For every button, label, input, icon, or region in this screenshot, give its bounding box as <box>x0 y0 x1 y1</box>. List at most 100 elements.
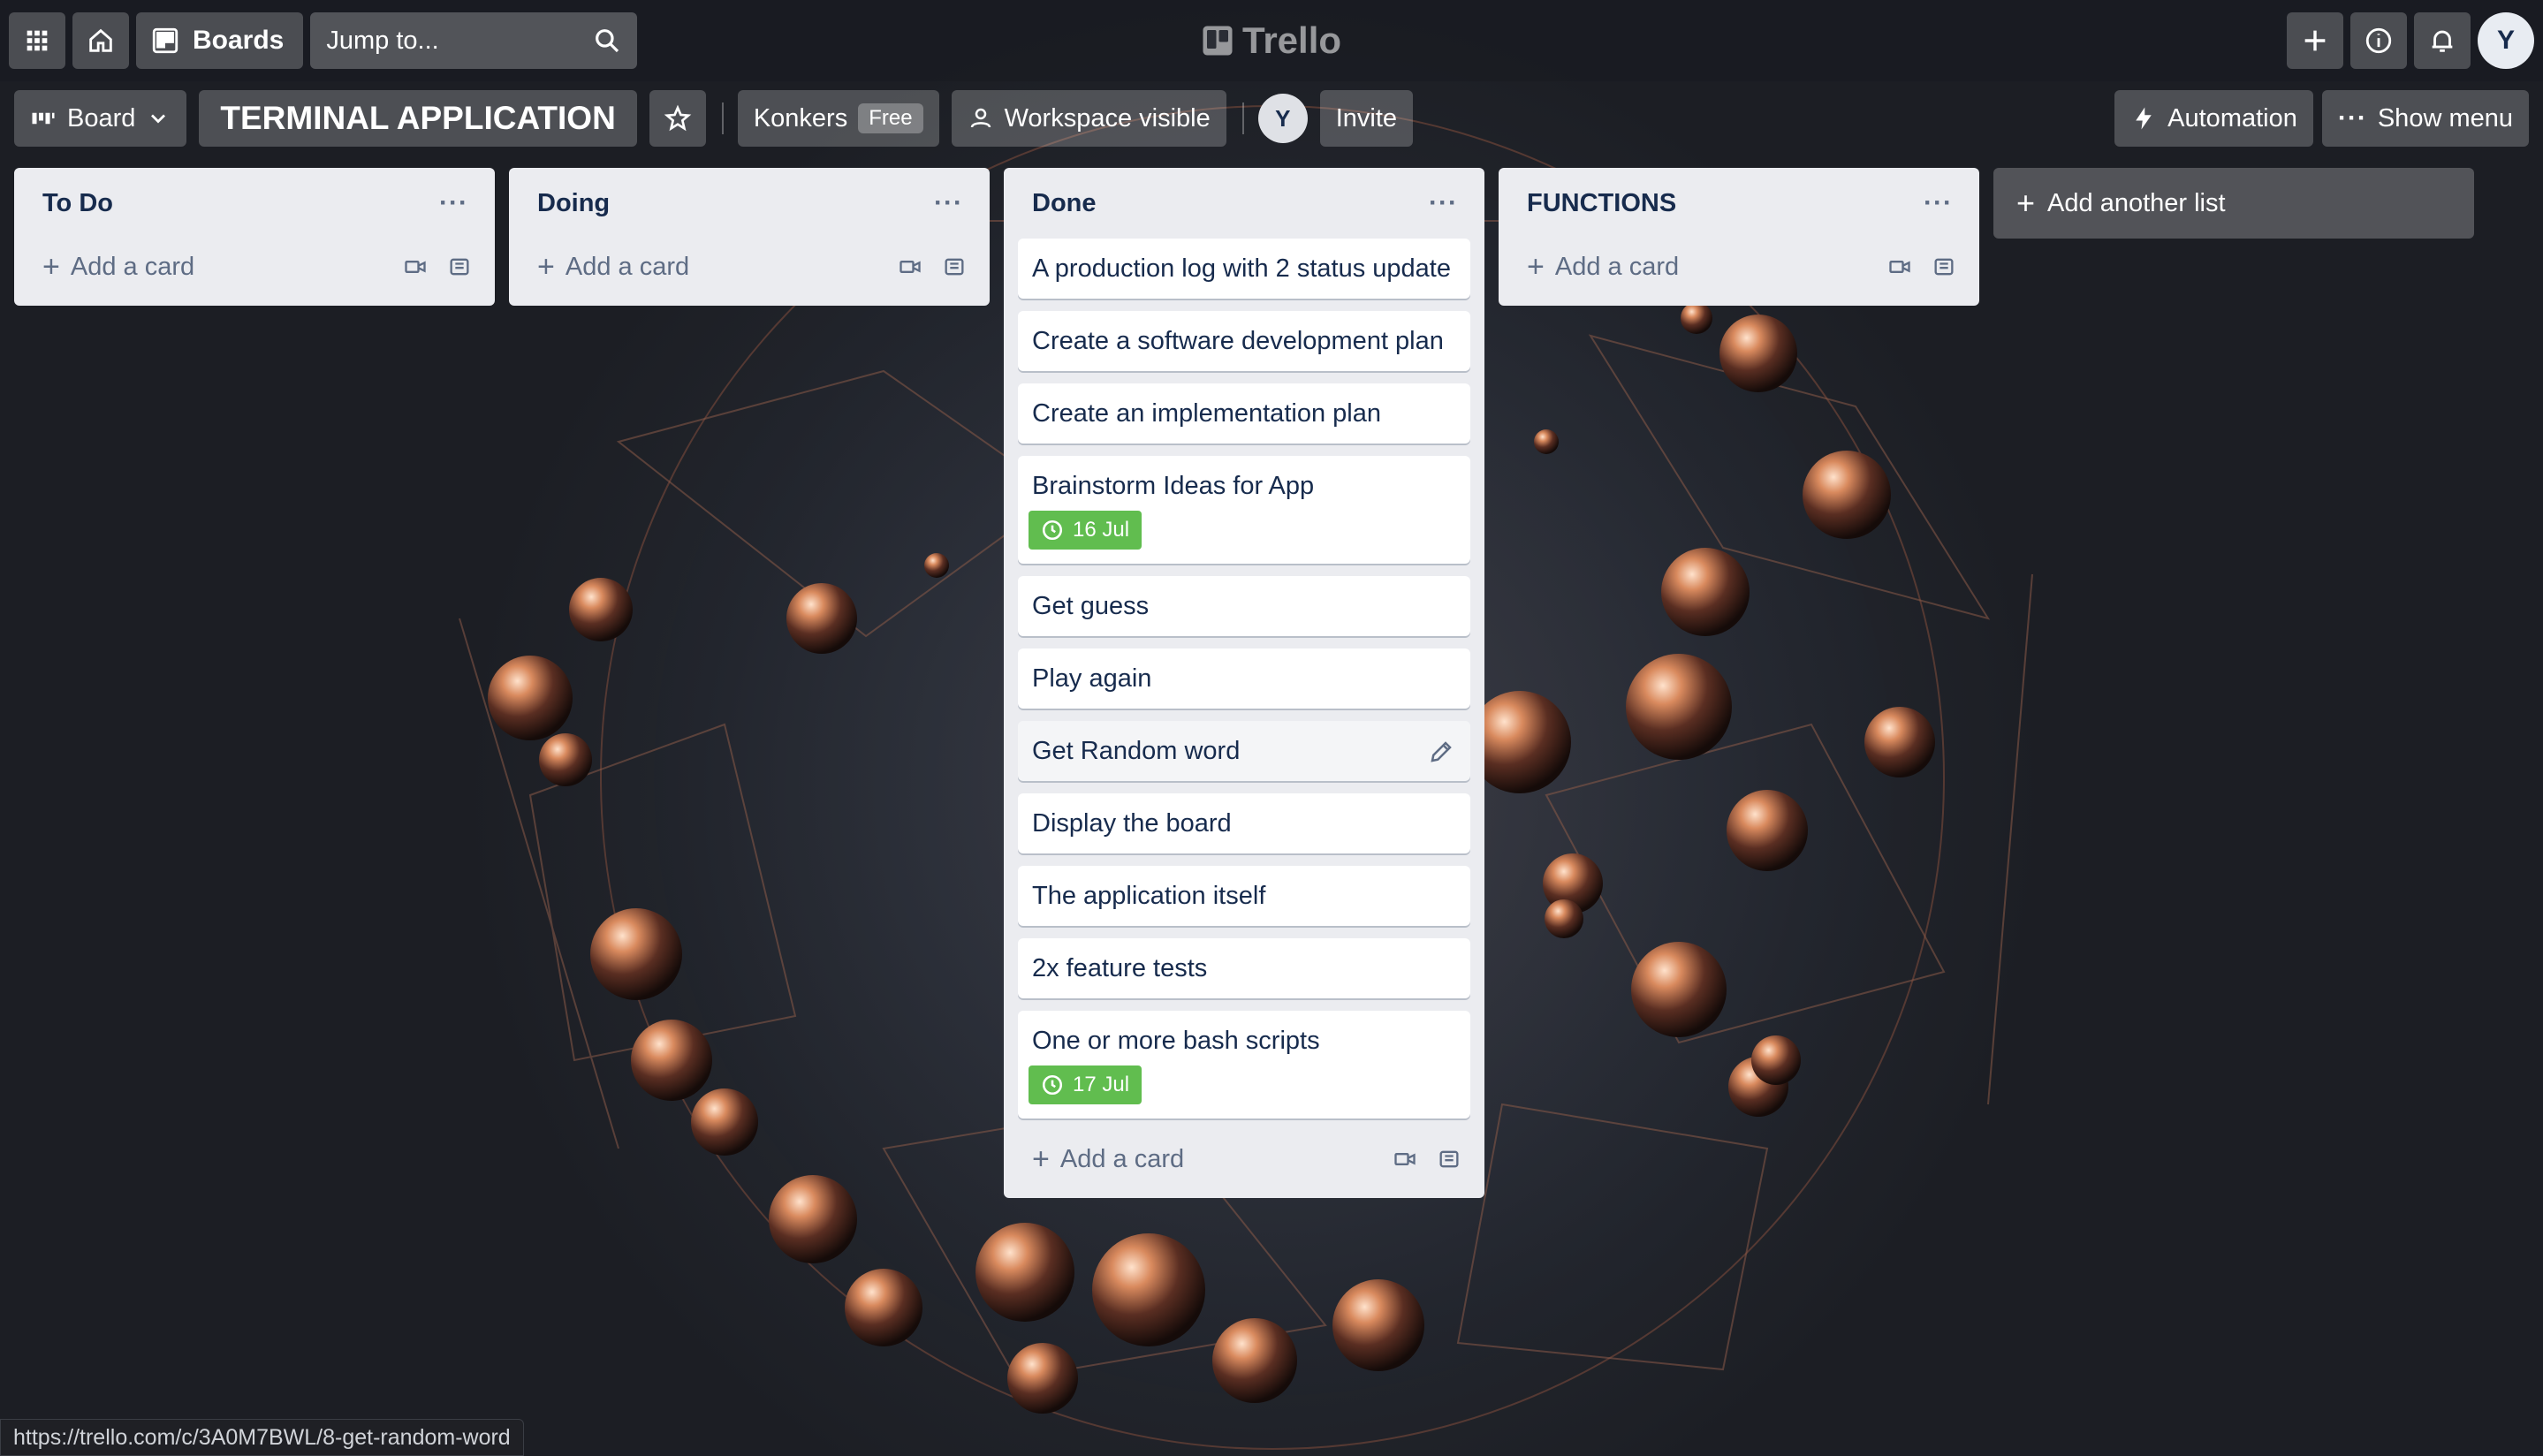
card[interactable]: Display the board <box>1018 793 1470 853</box>
card[interactable]: Brainstorm Ideas for App 16 Jul <box>1018 456 1470 564</box>
visibility-label: Workspace visible <box>1004 103 1211 133</box>
invite-label: Invite <box>1335 103 1398 133</box>
list-to-do: To Do ··· + Add a card <box>14 168 495 306</box>
due-date-badge[interactable]: 17 Jul <box>1029 1065 1142 1104</box>
boards-label: Boards <box>193 26 285 55</box>
create-from-template-icon[interactable] <box>942 254 967 279</box>
video-icon[interactable] <box>403 254 428 279</box>
add-card-button[interactable]: + Add a card <box>521 239 977 295</box>
add-card-button[interactable]: + Add a card <box>1511 239 1967 295</box>
list-actions-icon[interactable]: ··· <box>934 188 963 218</box>
create-button[interactable] <box>2287 12 2343 69</box>
home-button[interactable] <box>72 12 129 69</box>
clock-icon <box>1042 519 1063 541</box>
add-card-label: Add a card <box>70 252 195 281</box>
card[interactable]: Get guess <box>1018 576 1470 636</box>
add-card-button[interactable]: + Add a card <box>27 239 482 295</box>
jump-to-search[interactable]: Jump to... <box>310 12 638 69</box>
list-actions-icon[interactable]: ··· <box>1924 188 1953 218</box>
create-from-template-icon[interactable] <box>1437 1147 1461 1172</box>
list-header[interactable]: Done ··· <box>1016 168 1472 239</box>
card-title: One or more bash scripts <box>1032 1027 1320 1055</box>
video-icon[interactable] <box>898 254 922 279</box>
card[interactable]: One or more bash scripts 17 Jul <box>1018 1011 1470 1119</box>
plus-icon: + <box>1527 249 1545 284</box>
pencil-icon[interactable] <box>1428 739 1454 765</box>
app-switcher-button[interactable] <box>9 12 65 69</box>
list-functions: FUNCTIONS ··· + Add a card <box>1499 168 1979 306</box>
list-title[interactable]: Doing <box>537 189 610 218</box>
user-avatar[interactable]: Y <box>2478 12 2534 69</box>
create-from-template-icon[interactable] <box>447 254 472 279</box>
card-title: Create an implementation plan <box>1032 399 1381 428</box>
video-icon[interactable] <box>1393 1147 1417 1172</box>
card-title: A production log with 2 status update <box>1032 254 1451 283</box>
card[interactable]: Play again <box>1018 648 1470 709</box>
card-title: Create a software development plan <box>1032 327 1444 355</box>
plus-icon: + <box>2016 185 2036 221</box>
add-list-label: Add another list <box>2047 188 2226 217</box>
list-header[interactable]: Doing ··· <box>521 168 977 239</box>
card[interactable]: Create an implementation plan <box>1018 383 1470 444</box>
top-navigation-bar: Boards Jump to... Trello Y <box>0 0 2543 81</box>
list-doing: Doing ··· + Add a card <box>509 168 990 306</box>
automation-button[interactable]: Automation <box>2114 90 2313 147</box>
board-view-switcher[interactable]: Board <box>14 90 187 147</box>
logo-text: Trello <box>1242 19 1342 61</box>
card-title: The application itself <box>1032 882 1266 910</box>
card-title: 2x feature tests <box>1032 954 1208 982</box>
list-actions-icon[interactable]: ··· <box>439 188 468 218</box>
card[interactable]: The application itself <box>1018 866 1470 926</box>
bell-icon <box>2432 30 2453 52</box>
notifications-button[interactable] <box>2414 12 2471 69</box>
automation-label: Automation <box>2167 103 2297 133</box>
plus-icon: + <box>537 249 555 284</box>
home-icon <box>89 28 112 52</box>
workspace-button[interactable]: Konkers Free <box>737 90 939 147</box>
add-card-button[interactable]: + Add a card <box>1016 1131 1472 1187</box>
search-icon <box>596 29 619 53</box>
lightning-icon <box>2136 107 2152 130</box>
card[interactable]: Create a software development plan <box>1018 311 1470 371</box>
workspace-plan-badge: Free <box>858 103 923 133</box>
people-icon <box>970 108 991 128</box>
more-horizontal-icon: ··· <box>2337 103 2367 133</box>
board-view-icon <box>32 112 55 125</box>
grid-icon <box>27 30 48 51</box>
information-button[interactable] <box>2350 12 2407 69</box>
add-card-label: Add a card <box>565 252 690 281</box>
card-title: Get Random word <box>1032 737 1241 765</box>
due-date-badge[interactable]: 16 Jul <box>1029 511 1142 550</box>
card-title: Display the board <box>1032 809 1232 838</box>
list-done: Done ··· A production log with 2 status … <box>1004 168 1484 1198</box>
list-title[interactable]: To Do <box>42 189 113 218</box>
add-another-list-button[interactable]: + Add another list <box>1993 168 2474 239</box>
list-header[interactable]: To Do ··· <box>27 168 482 239</box>
video-icon[interactable] <box>1887 254 1912 279</box>
card[interactable]: 2x feature tests <box>1018 938 1470 998</box>
boards-button[interactable]: Boards <box>136 12 304 69</box>
card-title: Get guess <box>1032 592 1150 620</box>
list-header[interactable]: FUNCTIONS ··· <box>1511 168 1967 239</box>
show-menu-button[interactable]: ··· Show menu <box>2321 90 2529 147</box>
clock-icon <box>1042 1074 1063 1096</box>
list-title[interactable]: Done <box>1032 189 1097 218</box>
card[interactable]: A production log with 2 status update <box>1018 239 1470 299</box>
card[interactable]: Get Random word <box>1018 721 1470 781</box>
show-menu-label: Show menu <box>2377 103 2513 133</box>
board-title[interactable]: TERMINAL APPLICATION <box>199 90 637 147</box>
card-title: Brainstorm Ideas for App <box>1032 472 1315 500</box>
list-actions-icon[interactable]: ··· <box>1429 188 1458 218</box>
info-icon <box>2365 27 2392 54</box>
card-title: Play again <box>1032 664 1152 693</box>
star-board-button[interactable] <box>649 90 706 147</box>
create-from-template-icon[interactable] <box>1932 254 1956 279</box>
add-card-label: Add a card <box>1059 1144 1185 1173</box>
list-title[interactable]: FUNCTIONS <box>1527 189 1676 218</box>
board-member-avatar[interactable]: Y <box>1257 94 1308 143</box>
trello-logo-icon <box>1203 26 1233 56</box>
invite-button[interactable]: Invite <box>1319 90 1414 147</box>
visibility-button[interactable]: Workspace visible <box>951 90 1226 147</box>
board-icon <box>152 27 178 54</box>
trello-logo[interactable]: Trello <box>1202 16 1341 65</box>
